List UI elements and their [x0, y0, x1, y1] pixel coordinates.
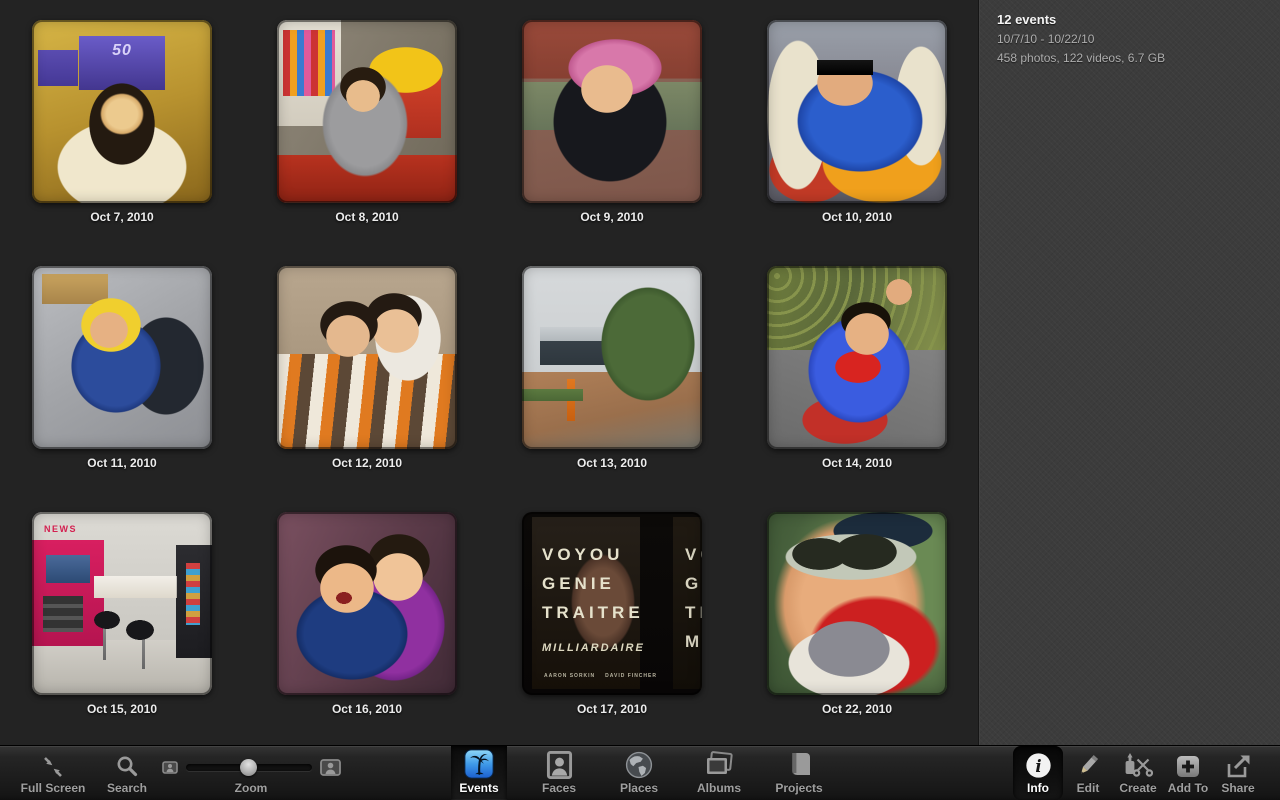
event-date-label: Oct 15, 2010	[86, 702, 158, 716]
event-tile: Oct 22, 2010	[767, 512, 947, 758]
full-screen-button[interactable]: Full Screen	[8, 746, 98, 800]
event-thumbnail-oct-17[interactable]: VOYOU GENIE TRAITRE MILLIARDAIRE AARON S…	[522, 512, 702, 695]
event-date-label: Oct 16, 2010	[331, 702, 403, 716]
event-date-label: Oct 8, 2010	[335, 210, 399, 224]
svg-text:i: i	[1035, 757, 1041, 776]
places-globe-icon	[625, 751, 653, 779]
event-tile: Oct 12, 2010	[277, 266, 457, 512]
action-buttons: i Info Edit Create Add To Share	[1013, 746, 1263, 800]
events-grid: 50 Oct 7, 2010 Oct 8, 2010 Oct 9, 2010 O…	[0, 0, 978, 745]
event-tile: Oct 11, 2010	[32, 266, 212, 512]
event-thumbnail-oct-22[interactable]	[767, 512, 947, 695]
event-thumbnail-oct-15[interactable]: NEWS	[32, 512, 212, 695]
create-label: Create	[1119, 781, 1157, 795]
event-thumbnail-oct-8[interactable]	[277, 20, 457, 203]
movie-poster-credits: AARON SORKIN DAVID FINCHER	[544, 673, 657, 679]
full-screen-label: Full Screen	[20, 781, 86, 795]
share-icon	[1225, 753, 1252, 779]
tab-events-label: Events	[459, 781, 499, 795]
zoom-control: Zoom	[156, 746, 346, 800]
create-button[interactable]: Create	[1113, 746, 1163, 800]
share-label: Share	[1221, 781, 1255, 795]
edit-pencil-icon	[1075, 752, 1101, 779]
event-thumbnail-oct-14[interactable]	[767, 266, 947, 449]
info-panel: 12 events 10/7/10 - 10/22/10 458 photos,…	[978, 0, 1280, 745]
event-tile: Oct 8, 2010	[277, 20, 457, 266]
event-tile: NEWS Oct 15, 2010	[32, 512, 212, 758]
info-panel-summary: 458 photos, 122 videos, 6.7 GB	[997, 51, 1166, 65]
event-thumbnail-oct-7[interactable]: 50	[32, 20, 212, 203]
info-label: Info	[1027, 781, 1049, 795]
event-thumbnail-oct-11[interactable]	[32, 266, 212, 449]
info-panel-date-range: 10/7/10 - 10/22/10	[997, 32, 1095, 46]
add-to-button[interactable]: Add To	[1163, 746, 1213, 800]
event-thumbnail-oct-10[interactable]	[767, 20, 947, 203]
event-date-label: Oct 14, 2010	[821, 456, 893, 470]
event-tile: Oct 10, 2010	[767, 20, 947, 266]
tab-albums[interactable]: Albums	[691, 746, 747, 800]
search-icon	[115, 754, 139, 779]
toolbar: Full Screen Search Zoom Events Faces Pla…	[0, 745, 1280, 800]
event-tile: Oct 16, 2010	[277, 512, 457, 758]
movie-poster-second-column: VOYOU GENIE TRAITRE MILLIARDAIRE	[685, 545, 702, 651]
search-button[interactable]: Search	[98, 746, 156, 800]
tab-albums-label: Albums	[696, 781, 741, 795]
event-thumbnail-oct-9[interactable]	[522, 20, 702, 203]
event-tile: Oct 9, 2010	[522, 20, 702, 266]
movie-poster-text: VOYOU GENIE TRAITRE MILLIARDAIRE	[542, 545, 645, 654]
info-panel-title: 12 events	[997, 12, 1057, 27]
tab-faces-label: Faces	[541, 781, 577, 795]
projects-book-icon	[785, 751, 813, 779]
events-palm-icon	[464, 749, 494, 779]
share-button[interactable]: Share	[1213, 746, 1263, 800]
event-date-label: Oct 12, 2010	[331, 456, 403, 470]
add-to-label: Add To	[1167, 781, 1209, 795]
add-to-plus-icon	[1175, 754, 1201, 779]
event-date-label: Oct 11, 2010	[87, 456, 157, 470]
faces-portrait-icon	[546, 751, 573, 779]
zoom-in-thumbnail-icon	[319, 759, 341, 776]
tab-faces[interactable]: Faces	[531, 746, 587, 800]
tab-places[interactable]: Places	[611, 746, 667, 800]
zoom-out-thumbnail-icon	[161, 761, 178, 774]
albums-stack-icon	[704, 751, 734, 779]
tab-projects-label: Projects	[775, 781, 823, 795]
event-tile: Oct 13, 2010	[522, 266, 702, 512]
tab-projects[interactable]: Projects	[771, 746, 827, 800]
info-button[interactable]: i Info	[1013, 746, 1063, 800]
info-icon: i	[1025, 752, 1052, 779]
photo-overlay-text: NEWS	[44, 524, 77, 534]
photo-overlay-text: 50	[112, 42, 132, 59]
edit-label: Edit	[1076, 781, 1100, 795]
event-date-label: Oct 17, 2010	[576, 702, 648, 716]
event-thumbnail-oct-16[interactable]	[277, 512, 457, 695]
tab-events[interactable]: Events	[451, 746, 507, 800]
zoom-slider-track[interactable]	[185, 759, 312, 776]
event-date-label: Oct 9, 2010	[580, 210, 644, 224]
zoom-label: Zoom	[234, 781, 268, 795]
event-thumbnail-oct-13[interactable]	[522, 266, 702, 449]
event-date-label: Oct 13, 2010	[576, 456, 648, 470]
search-label: Search	[106, 781, 148, 795]
full-screen-icon	[41, 755, 65, 779]
create-glue-scissors-icon	[1123, 752, 1153, 779]
event-tile: 50 Oct 7, 2010	[32, 20, 212, 266]
event-thumbnail-oct-12[interactable]	[277, 266, 457, 449]
tab-places-label: Places	[619, 781, 659, 795]
edit-button[interactable]: Edit	[1063, 746, 1113, 800]
event-date-label: Oct 7, 2010	[90, 210, 154, 224]
view-switcher: Events Faces Places Albums Projects	[451, 746, 827, 800]
event-date-label: Oct 10, 2010	[821, 210, 893, 224]
event-tile: Oct 14, 2010	[767, 266, 947, 512]
event-tile: VOYOU GENIE TRAITRE MILLIARDAIRE AARON S…	[522, 512, 702, 758]
zoom-slider-knob[interactable]	[239, 759, 257, 776]
event-date-label: Oct 22, 2010	[821, 702, 893, 716]
